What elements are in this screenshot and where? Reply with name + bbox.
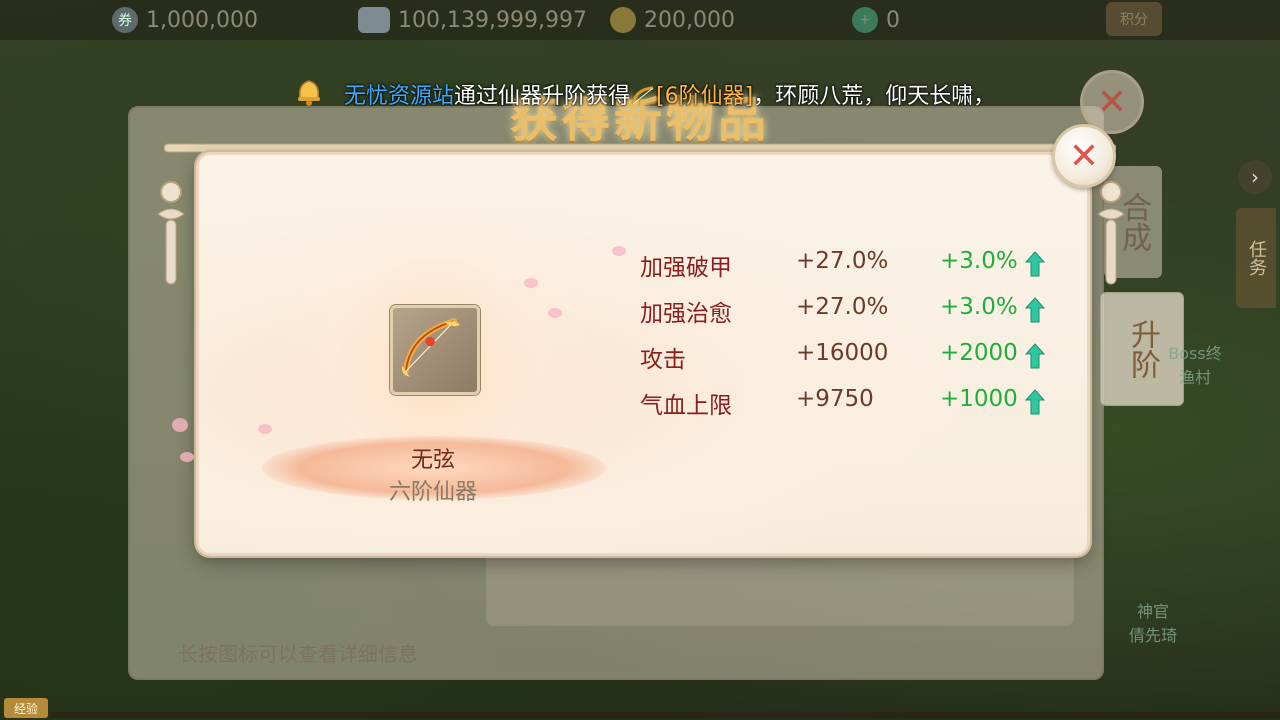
broadcast-player[interactable]: 无忧资源站 bbox=[344, 84, 454, 109]
petal-decoration bbox=[258, 424, 272, 434]
long-press-hint: 长按图标可以查看详细信息 bbox=[178, 642, 418, 666]
exp-label: 经验 bbox=[4, 698, 48, 718]
stat-name: 加强破甲 bbox=[640, 255, 732, 281]
stat-row: 气血上限 +9750 +1000 bbox=[640, 382, 1060, 422]
up-arrow-icon bbox=[1024, 297, 1046, 323]
currency-silver: 100,139,999,997 bbox=[358, 6, 587, 34]
broadcast-ticker: 无忧资源站通过仙器升阶获得 [6阶仙器]，环顾八荒，仰天长啸， bbox=[0, 72, 1280, 110]
currency-jade: 券 1,000,000 bbox=[112, 6, 258, 34]
stat-bonus-value: +1000 bbox=[940, 386, 1018, 412]
task-tab-label: 任务 bbox=[1246, 240, 1267, 276]
item-rank: 六阶仙器 bbox=[388, 480, 477, 505]
close-icon: ✕ bbox=[1068, 135, 1100, 177]
tassel-knot-icon bbox=[1097, 181, 1125, 285]
broadcast-message: 无忧资源站通过仙器升阶获得 [6阶仙器]，环顾八荒，仰天长啸， bbox=[344, 78, 995, 110]
stat-name: 攻击 bbox=[640, 347, 686, 373]
petal-decoration bbox=[524, 278, 538, 288]
currency-value: 100,139,999,997 bbox=[398, 7, 587, 33]
currency-gem: + 0 bbox=[852, 6, 900, 34]
stat-row: 加强治愈 +27.0% +3.0% bbox=[640, 290, 1060, 330]
golden-bow-icon bbox=[401, 318, 460, 377]
broadcast-item[interactable]: [6阶仙器] bbox=[656, 84, 753, 109]
bow-icon bbox=[631, 86, 654, 105]
silver-ingot-icon bbox=[358, 7, 390, 33]
npc-label-boss: Boss终 渔村 bbox=[1168, 344, 1222, 387]
tassel-knot-icon bbox=[157, 181, 185, 285]
stat-base-value: +16000 bbox=[796, 340, 889, 366]
stat-name: 加强治愈 bbox=[640, 301, 732, 327]
stat-name: 气血上限 bbox=[640, 393, 732, 419]
green-gem-icon: + bbox=[852, 7, 878, 33]
tab-label: 升阶 bbox=[1125, 319, 1160, 379]
up-arrow-icon bbox=[1024, 251, 1046, 277]
currency-value: 1,000,000 bbox=[146, 7, 258, 33]
stat-bonus-value: +3.0% bbox=[940, 248, 1018, 274]
petal-decoration bbox=[172, 418, 188, 432]
stat-row: 攻击 +16000 +2000 bbox=[640, 336, 1060, 376]
petal-decoration bbox=[180, 452, 194, 462]
broadcast-text: ，环顾八荒，仰天长啸， bbox=[753, 84, 996, 109]
stat-base-value: +27.0% bbox=[796, 248, 889, 274]
gold-coin-icon bbox=[610, 7, 636, 33]
bell-icon bbox=[298, 80, 320, 106]
stat-base-value: +9750 bbox=[796, 386, 874, 412]
up-arrow-icon bbox=[1024, 389, 1046, 415]
broadcast-text: 通过仙器升阶获得 bbox=[454, 84, 631, 109]
petal-decoration bbox=[548, 308, 562, 318]
stat-bonus-value: +3.0% bbox=[940, 294, 1018, 320]
item-name: 无弦 bbox=[410, 448, 455, 473]
stat-bonus-value: +2000 bbox=[940, 340, 1018, 366]
stat-row: 加强破甲 +27.0% +3.0% bbox=[640, 244, 1060, 284]
exp-bar bbox=[50, 712, 1280, 718]
close-button[interactable]: ✕ bbox=[1052, 124, 1116, 188]
npc-label-priest[interactable]: 神官 倩先琦 bbox=[1118, 598, 1188, 646]
task-tab[interactable]: 任务 bbox=[1236, 208, 1276, 308]
petal-decoration bbox=[612, 246, 626, 256]
currency-gold: 200,000 bbox=[610, 6, 735, 34]
stat-base-value: +27.0% bbox=[796, 294, 889, 320]
jade-coin-icon: 券 bbox=[112, 7, 138, 33]
currency-bar: 券 1,000,000 100,139,999,997 200,000 + 0 … bbox=[0, 0, 1280, 40]
item-icon-slot[interactable] bbox=[390, 305, 480, 395]
up-arrow-icon bbox=[1024, 343, 1046, 369]
currency-value: 200,000 bbox=[644, 7, 735, 33]
score-button[interactable]: 积分 bbox=[1106, 2, 1162, 36]
chevron-right-icon[interactable]: › bbox=[1238, 160, 1272, 194]
currency-value: 0 bbox=[886, 7, 900, 33]
